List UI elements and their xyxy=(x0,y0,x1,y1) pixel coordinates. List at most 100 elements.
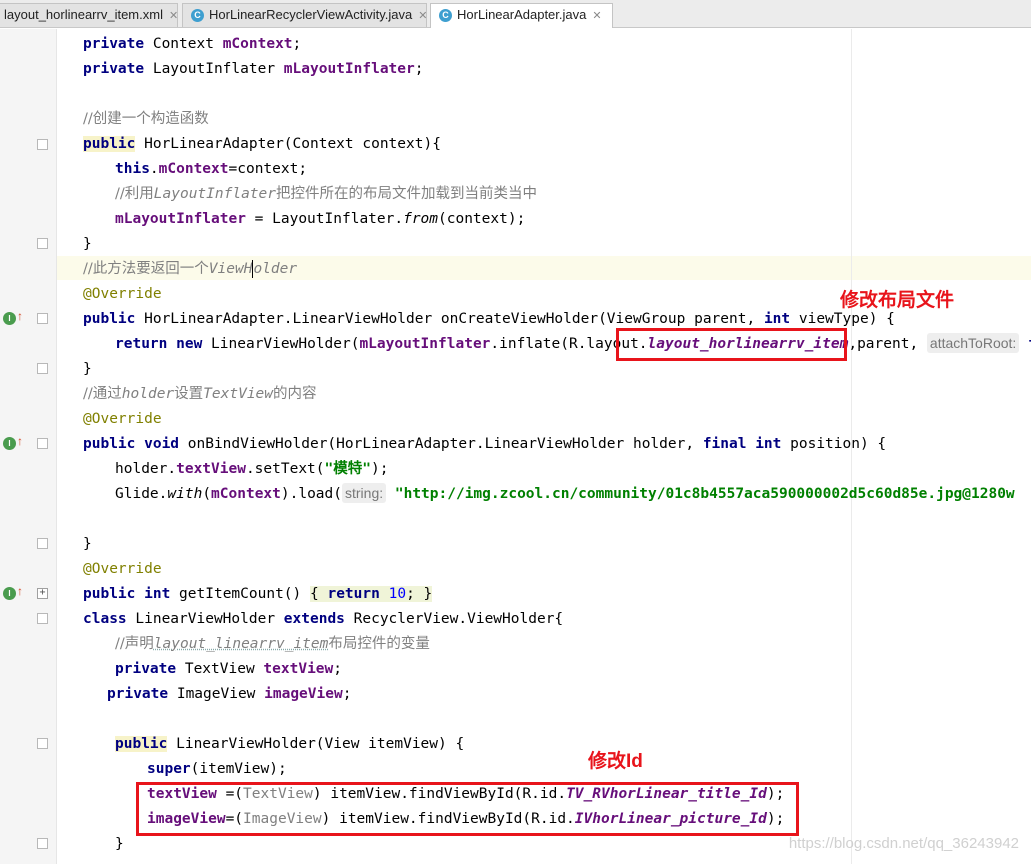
fold-marker[interactable] xyxy=(37,139,48,150)
keyword: this xyxy=(115,161,150,177)
comment-text: //声明 xyxy=(115,636,154,652)
code-comment[interactable]: //此方法要返回一个ViewHolder xyxy=(83,257,297,282)
comment-text: layout_linearrv_item xyxy=(153,636,329,652)
code-line[interactable]: public int getItemCount() { return 10; } xyxy=(83,582,433,607)
comment-text: older xyxy=(253,261,298,277)
comment-text: holder xyxy=(121,386,175,402)
code-line[interactable]: private Context mContext; xyxy=(83,32,301,57)
fold-marker[interactable] xyxy=(37,738,48,749)
code-comment[interactable]: //声明layout_linearrv_item布局控件的变量 xyxy=(115,632,430,657)
annotation[interactable]: @Override xyxy=(83,407,162,432)
field: imageView xyxy=(264,686,343,702)
comment-text: ViewH xyxy=(208,261,253,277)
code-text: = LayoutInflater. xyxy=(245,211,404,227)
keyword: public int xyxy=(83,586,171,602)
field: textView xyxy=(176,461,246,477)
keyword: public void xyxy=(83,436,180,452)
override-method-icon[interactable]: I xyxy=(3,312,16,325)
fold-marker[interactable] xyxy=(37,538,48,549)
keyword: extends xyxy=(283,611,345,627)
annotation[interactable]: @Override xyxy=(83,282,162,307)
field: mContext xyxy=(222,36,293,52)
code-line[interactable]: holder.textView.setText("模特"); xyxy=(115,457,388,482)
fold-marker[interactable] xyxy=(37,238,48,249)
code-text: LinearViewHolder( xyxy=(202,336,360,352)
code-line[interactable]: } xyxy=(83,532,92,557)
fold-marker[interactable] xyxy=(37,838,48,849)
close-icon[interactable]: ✕ xyxy=(418,10,427,22)
fold-marker[interactable] xyxy=(37,363,48,374)
field: mLayoutInflater xyxy=(115,211,246,227)
code-line[interactable]: super(itemView); xyxy=(147,757,287,782)
code-text: (itemView); xyxy=(190,761,287,777)
string-literal: "模特" xyxy=(324,461,371,477)
code-text: LayoutInflater xyxy=(144,61,284,77)
code-line[interactable]: private ImageView imageView; xyxy=(107,682,351,707)
tab-adapter-java[interactable]: C HorLinearAdapter.java ✕ xyxy=(430,3,613,28)
code-comment[interactable]: //通过holder设置TextView的内容 xyxy=(83,382,317,407)
code-text: LinearViewHolder(View itemView) { xyxy=(167,736,465,752)
code-line[interactable]: public void onBindViewHolder(HorLinearAd… xyxy=(83,432,886,457)
keyword: public xyxy=(115,736,168,752)
java-class-icon: C xyxy=(439,9,452,23)
tab-activity-java[interactable]: C HorLinearRecyclerViewActivity.java ✕ xyxy=(182,3,427,27)
override-method-icon[interactable]: I xyxy=(3,437,16,450)
code-line[interactable]: } xyxy=(115,832,124,857)
close-icon[interactable]: ✕ xyxy=(169,10,178,22)
keyword: class xyxy=(83,611,127,627)
field: mLayoutInflater xyxy=(359,336,491,352)
method: with xyxy=(167,486,203,502)
code-comment[interactable]: //创建一个构造函数 xyxy=(83,107,209,132)
code-text: LinearViewHolder xyxy=(126,611,284,627)
code-text: TextView xyxy=(176,661,264,677)
close-icon[interactable]: ✕ xyxy=(592,10,601,22)
code-line[interactable]: private LayoutInflater mLayoutInflater; xyxy=(83,57,423,82)
parameter-hint: attachToRoot: xyxy=(926,333,1020,353)
code-text: . xyxy=(149,161,159,177)
field: mLayoutInflater xyxy=(283,61,415,77)
watermark: https://blog.csdn.net/qq_36243942 xyxy=(788,835,1019,852)
comment-text: TextView xyxy=(203,386,274,402)
comment-text: //利用 xyxy=(115,186,154,202)
code-text: Context xyxy=(144,36,223,52)
keyword: return new xyxy=(115,336,203,352)
code-line[interactable]: private TextView textView; xyxy=(115,657,342,682)
code-text: HorLinearAdapter.LinearViewHolder onCrea… xyxy=(135,311,764,327)
tab-label: HorLinearAdapter.java xyxy=(457,7,587,22)
annotation[interactable]: @Override xyxy=(83,557,162,582)
comment-text: 设置 xyxy=(174,386,204,402)
fold-marker[interactable] xyxy=(37,313,48,324)
code-line[interactable]: public HorLinearAdapter(Context context)… xyxy=(83,132,441,157)
code-text: .setText( xyxy=(245,461,325,477)
fold-marker[interactable] xyxy=(37,613,48,624)
code-line[interactable]: mLayoutInflater = LayoutInflater.from(co… xyxy=(115,207,525,232)
code-line[interactable]: return new LinearViewHolder(mLayoutInfla… xyxy=(115,332,1031,357)
override-method-icon[interactable]: I xyxy=(3,587,16,600)
editor-tab-bar: layout_horlinearrv_item.xml ✕ C HorLinearR… xyxy=(0,0,1031,28)
code-text: viewType) { xyxy=(790,311,895,327)
field: textView xyxy=(263,661,334,677)
code-line[interactable]: } xyxy=(83,357,92,382)
keyword: super xyxy=(147,761,191,777)
code-comment[interactable]: //利用LayoutInflater把控件所在的布局文件加载到当前类当中 xyxy=(115,182,537,207)
code-line[interactable]: public LinearViewHolder(View itemView) { xyxy=(115,732,464,757)
tab-layout-xml[interactable]: layout_horlinearrv_item.xml ✕ xyxy=(0,3,178,27)
code-text: getItemCount() xyxy=(170,586,310,602)
up-arrow-icon: ↑ xyxy=(17,434,23,448)
code-text: ; xyxy=(414,61,424,77)
parameter-hint: string: xyxy=(342,483,387,503)
comment-text: 把控件所在的布局文件加载到当前类当中 xyxy=(276,186,537,202)
keyword: fa xyxy=(1019,336,1031,352)
fold-expand-icon[interactable]: + xyxy=(37,588,48,599)
fold-marker[interactable] xyxy=(37,438,48,449)
code-line[interactable]: class LinearViewHolder extends RecyclerV… xyxy=(83,607,563,632)
method: from xyxy=(403,211,439,227)
code-text: ; xyxy=(292,36,302,52)
code-line[interactable]: } xyxy=(83,232,92,257)
code-line[interactable]: this.mContext=context; xyxy=(115,157,307,182)
keyword: return xyxy=(327,586,380,602)
code-line[interactable]: Glide.with(mContext).load(string: "http:… xyxy=(115,482,1015,507)
tab-label: layout_horlinearrv_item.xml xyxy=(4,7,163,22)
java-class-icon: C xyxy=(191,9,204,23)
gutter-separator xyxy=(56,29,57,864)
